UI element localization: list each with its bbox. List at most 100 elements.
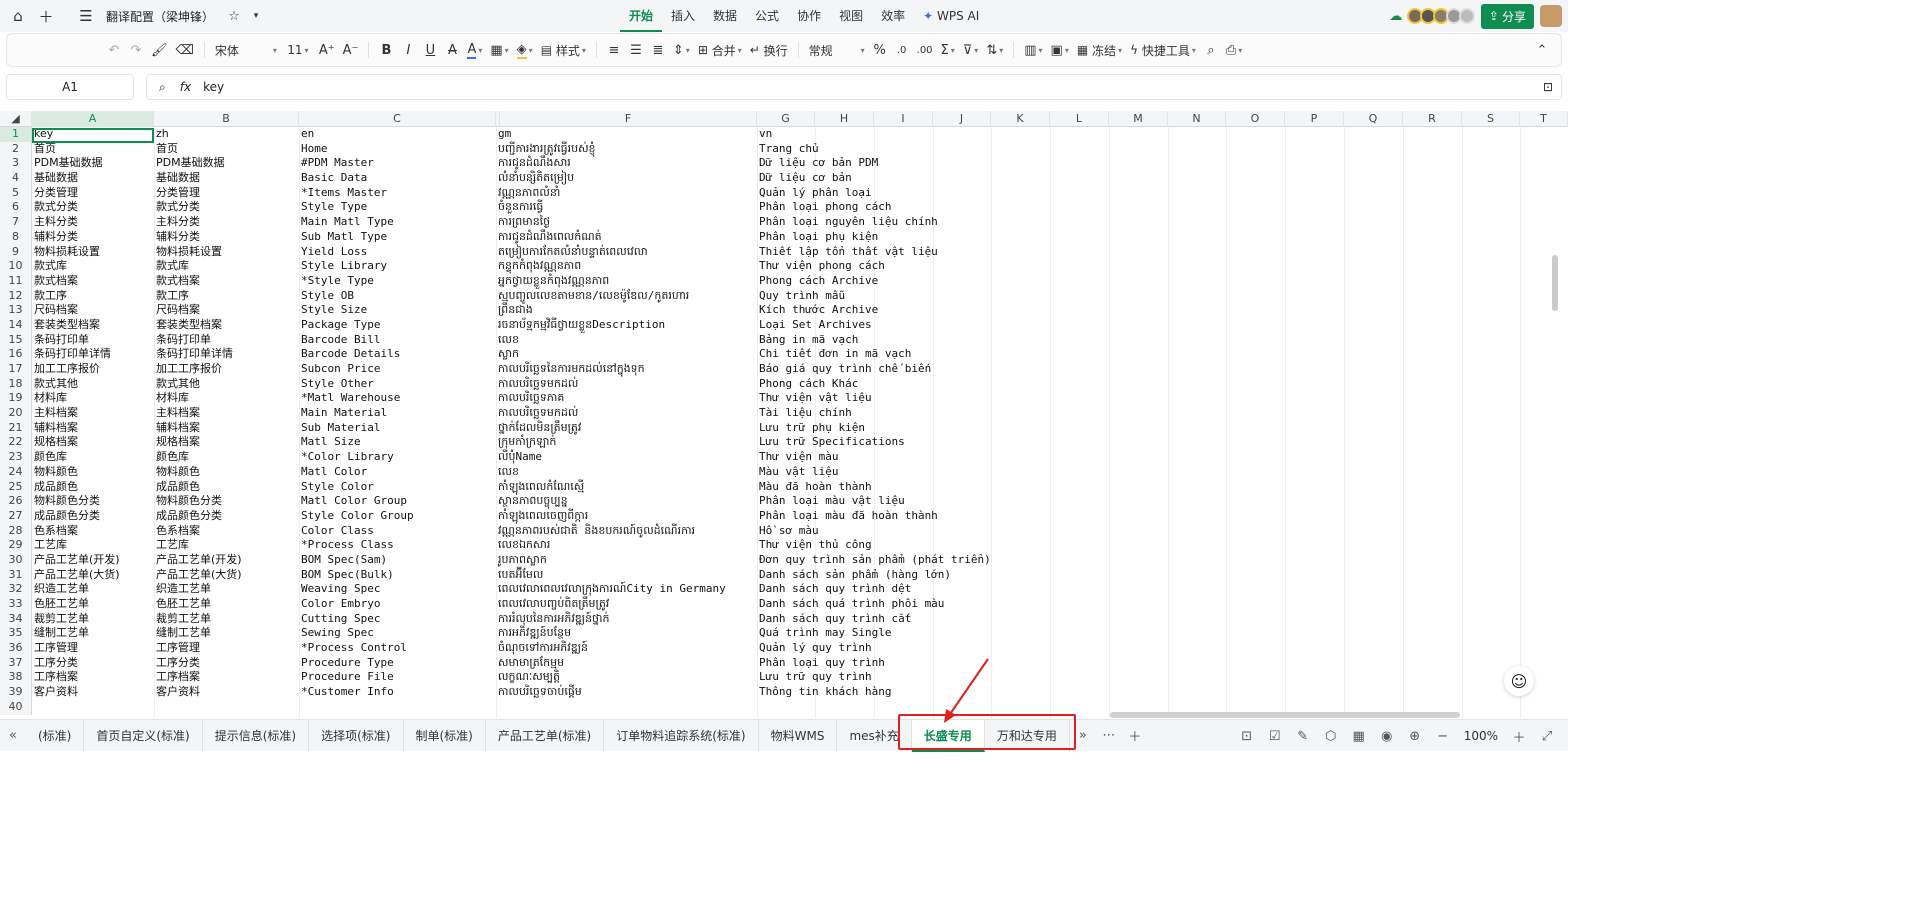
cell[interactable]: Weaving Spec <box>299 582 380 597</box>
cell[interactable]: កាលបរិច្ឆេទនៃការមកដល់នៅក្នុងទុក <box>496 362 645 377</box>
cell[interactable]: 款式档案 <box>32 274 78 289</box>
cell[interactable]: Style Size <box>299 303 367 318</box>
sheet-tab[interactable]: 物料WMS <box>759 719 838 752</box>
cell[interactable]: Style Other <box>299 377 374 392</box>
cell[interactable]: 物料颜色分类 <box>154 494 222 509</box>
cell[interactable]: Procedure File <box>299 670 394 685</box>
chart-icon[interactable]: ▥ ▾ <box>1020 38 1046 62</box>
spreadsheet-grid[interactable]: ◢ A B C F G H I J K L M N O P Q R S T 1 2 3 4 5 6 7 8 9 10 11 12 13 14 1… <box>0 111 1568 718</box>
row-header[interactable]: 7 <box>0 215 31 230</box>
column-header[interactable]: M <box>1109 111 1168 127</box>
search-icon[interactable]: ⌕ <box>1200 38 1222 62</box>
row-header[interactable]: 8 <box>0 230 31 245</box>
cell[interactable]: 产品工艺单(大货) <box>154 568 242 583</box>
cell[interactable]: 款式分类 <box>32 200 78 215</box>
percent-icon[interactable]: % <box>869 38 891 62</box>
column-header[interactable]: G <box>757 111 815 127</box>
sheet-tab[interactable]: 制单(标准) <box>404 719 486 752</box>
menu-icon[interactable]: ☰ <box>72 2 100 30</box>
cell[interactable]: 裁剪工艺单 <box>32 612 89 627</box>
cell[interactable]: 缝制工艺单 <box>32 626 89 641</box>
row-header[interactable]: 27 <box>0 509 31 524</box>
cell[interactable]: Procedure Type <box>299 656 394 671</box>
cell[interactable]: Dữ liệu cơ bản <box>757 171 852 186</box>
column-header[interactable]: O <box>1226 111 1285 127</box>
cell[interactable]: Lưu trữ Specifications <box>757 435 905 450</box>
cell[interactable]: vn <box>757 127 772 142</box>
row-header[interactable]: 6 <box>0 200 31 215</box>
cell[interactable]: 基础数据 <box>154 171 200 186</box>
cell[interactable]: Phong cách Khác <box>757 377 858 392</box>
cell[interactable]: Lưu trữ phụ kiện <box>757 421 865 436</box>
menu-tab-efficiency[interactable]: 效率 <box>872 0 914 32</box>
freeze-button[interactable]: ▦ 冻结 ▾ <box>1073 38 1126 62</box>
sort-icon[interactable]: ⇅ ▾ <box>982 38 1007 62</box>
increase-decimal-icon[interactable]: .0 <box>891 38 913 62</box>
cell[interactable]: 物料颜色 <box>32 465 78 480</box>
cell[interactable]: Lưu trữ quy trình <box>757 670 872 685</box>
print-icon[interactable]: ⎙ ▾ <box>1222 38 1246 62</box>
vertical-align-icon[interactable]: ⇕ ▾ <box>669 38 694 62</box>
cell[interactable]: Barcode Details <box>299 347 400 362</box>
eraser-icon[interactable]: ⌫ <box>172 38 198 62</box>
cell[interactable]: 织造工艺单 <box>32 582 89 597</box>
sheet-tab[interactable]: (标准) <box>26 719 85 752</box>
cell[interactable]: 物料颜色分类 <box>32 494 100 509</box>
cell[interactable]: 色系档案 <box>154 524 200 539</box>
cell[interactable]: Quản lý quy trình <box>757 641 872 656</box>
cell[interactable]: 辅料分类 <box>154 230 200 245</box>
row-header[interactable]: 40 <box>0 700 31 715</box>
row-header[interactable]: 23 <box>0 450 31 465</box>
number-format-select[interactable]: 常规 ▾ <box>805 38 869 62</box>
cell[interactable]: ក្រុមកាំក្រឡាក់ <box>496 435 556 450</box>
cell[interactable]: 物料损耗设置 <box>154 245 222 260</box>
cell[interactable]: Main Material <box>299 406 387 421</box>
share-button[interactable]: ⇪ 分享 <box>1480 3 1534 29</box>
row-header[interactable]: 1 <box>0 127 31 142</box>
formula-input-area[interactable]: ⌕ fx key ⊡ <box>146 74 1562 100</box>
cell[interactable]: 工序分类 <box>154 656 200 671</box>
bold-icon[interactable]: B <box>375 38 397 62</box>
cell[interactable]: លក្ខណៈសម្បត្តិ <box>496 670 560 685</box>
user-avatar[interactable] <box>1540 5 1562 27</box>
cell[interactable]: BOM Spec(Sam) <box>299 553 387 568</box>
cell[interactable]: *Items Master <box>299 186 387 201</box>
font-color-icon[interactable]: A ▾ <box>463 38 486 62</box>
filter-icon[interactable]: ⊽ ▾ <box>959 38 983 62</box>
cell[interactable] <box>32 700 34 715</box>
wrap-text-button[interactable]: ↵ 换行 <box>746 38 792 62</box>
column-header[interactable]: J <box>933 111 991 127</box>
sheet-tab[interactable]: 选择项(标准) <box>309 719 404 752</box>
home-icon[interactable]: ⌂ <box>4 2 32 30</box>
cell[interactable]: Phân loại phụ kiện <box>757 230 878 245</box>
cell[interactable]: Thông tin khách hàng <box>757 685 891 700</box>
quick-tools-button[interactable]: ϟ 快捷工具 ▾ <box>1126 38 1200 62</box>
cell[interactable]: Cutting Spec <box>299 612 380 627</box>
cell[interactable]: ការជូនដំណឹងពេលកំណត់ <box>496 230 602 245</box>
row-header[interactable]: 9 <box>0 245 31 260</box>
menu-tab-insert[interactable]: 插入 <box>662 0 704 32</box>
cell[interactable]: Phân loại nguyên liệu chính <box>757 215 938 230</box>
row-header[interactable]: 29 <box>0 538 31 553</box>
column-header[interactable]: I <box>874 111 933 127</box>
row-header[interactable]: 36 <box>0 641 31 656</box>
column-header[interactable]: C <box>299 111 496 127</box>
cell[interactable]: 尺码档案 <box>32 303 78 318</box>
row-header[interactable]: 4 <box>0 171 31 186</box>
row-header[interactable]: 34 <box>0 612 31 627</box>
cell[interactable]: ចំណុចទៅការអភិវឌ្ឍន៍ <box>496 641 588 656</box>
add-sheet-icon[interactable]: ＋ <box>1122 726 1148 745</box>
cell[interactable]: zh <box>154 127 169 142</box>
cell[interactable]: Chi tiết đơn in mã vạch <box>757 347 911 362</box>
cell[interactable]: 规格档案 <box>32 435 78 450</box>
cell[interactable]: 基础数据 <box>32 171 78 186</box>
cell[interactable]: gm <box>496 127 511 142</box>
cell[interactable]: វណ្ណនភាពរបស់ជាតិ និងខបករណ៍ចូលដំណើរការ <box>496 524 695 539</box>
column-header[interactable]: S <box>1462 111 1520 127</box>
cell[interactable]: Package Type <box>299 318 380 333</box>
italic-icon[interactable]: I <box>397 38 419 62</box>
cell[interactable]: 颜色库 <box>154 450 189 465</box>
cell[interactable]: 工序档案 <box>154 670 200 685</box>
row-header[interactable]: 26 <box>0 494 31 509</box>
fullscreen-icon[interactable]: ⤢ <box>1534 729 1560 744</box>
